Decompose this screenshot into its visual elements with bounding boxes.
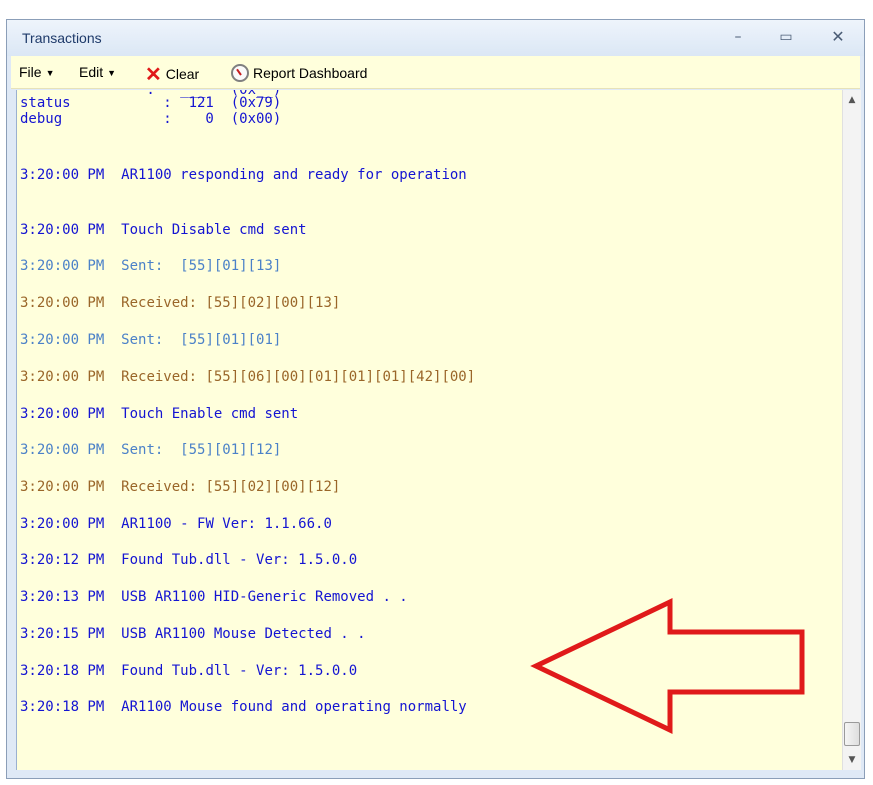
log-entry-message: USB AR1100 HID-Generic Removed . . — [121, 589, 408, 605]
log-entry-message: AR1100 responding and ready for operatio… — [121, 167, 467, 183]
log-entry: 3:20:00 PM AR1100 - FW Ver: 1.1.66.0 — [20, 515, 332, 533]
log-entry-time: 3:20:00 PM — [20, 442, 105, 458]
log-entry: 3:20:00 PM Sent: [55][01][01] — [20, 331, 281, 349]
log-entry-message: Sent: [55][01][12] — [121, 442, 282, 458]
minimize-icon[interactable]: – — [724, 26, 752, 48]
log-entry-time: 3:20:00 PM — [20, 222, 105, 238]
log-entry: 3:20:00 PM Touch Disable cmd sent — [20, 221, 307, 239]
log-entry-message: Sent: [55][01][01] — [121, 332, 282, 348]
scroll-up-arrow-icon[interactable]: ▲ — [843, 90, 861, 110]
log-entry-time: 3:20:18 PM — [20, 699, 105, 715]
log-entry-message: AR1100 - FW Ver: 1.1.66.0 — [121, 516, 332, 532]
gauge-icon — [231, 64, 249, 82]
log-entry-message: Found Tub.dll - Ver: 1.5.0.0 — [121, 663, 358, 679]
toolbar: File ▼ Edit ▼ ✕ Clear Report Dashboard — [11, 56, 860, 89]
log-entry-time: 3:20:00 PM — [20, 369, 105, 385]
log-entry: 3:20:00 PM Received: [55][02][00][12] — [20, 478, 340, 496]
log-entry-message: USB AR1100 Mouse Detected . . — [121, 626, 366, 642]
log-entry: 3:20:00 PM AR1100 responding and ready f… — [20, 166, 467, 184]
log-entry-time: 3:20:12 PM — [20, 552, 105, 568]
log-entry: 3:20:00 PM Sent: [55][01][13] — [20, 257, 281, 275]
report-dashboard-button[interactable]: Report Dashboard — [231, 60, 368, 82]
log-entry: 3:20:00 PM Received: [55][06][00][01][01… — [20, 368, 475, 386]
clear-label: Clear — [165, 66, 200, 82]
window-title: Transactions — [22, 30, 102, 46]
log-entry-message: AR1100 Mouse found and operating normall… — [121, 699, 467, 715]
log-entry-message: Found Tub.dll - Ver: 1.5.0.0 — [121, 552, 358, 568]
file-menu-label: File — [19, 64, 42, 80]
maximize-icon[interactable]: ▭ — [772, 26, 800, 48]
log-entry-time: 3:20:00 PM — [20, 258, 105, 274]
log-entry-message: Touch Enable cmd sent — [121, 406, 299, 422]
log-entry-time: 3:20:00 PM — [20, 406, 105, 422]
log-entry-time: 3:20:18 PM — [20, 663, 105, 679]
log-entry-time: 3:20:00 PM — [20, 167, 105, 183]
log-entry-message: Touch Disable cmd sent — [121, 222, 307, 238]
chevron-down-icon: ▼ — [45, 68, 55, 78]
log-entry-time: 3:20:13 PM — [20, 589, 105, 605]
chevron-down-icon: ▼ — [107, 68, 117, 78]
log-entry: 3:20:00 PM Received: [55][02][00][13] — [20, 294, 340, 312]
log-entry-message: Received: [55][02][00][13] — [121, 295, 341, 311]
log-entry-time: 3:20:15 PM — [20, 626, 105, 642]
red-x-icon: ✕ — [145, 64, 162, 86]
log-entry: 3:20:13 PM USB AR1100 HID-Generic Remove… — [20, 588, 408, 606]
log-entry-time: 3:20:00 PM — [20, 332, 105, 348]
log-entry: 3:20:00 PM Touch Enable cmd sent — [20, 405, 298, 423]
log-entry-message: Received: [55][02][00][12] — [121, 479, 341, 495]
log-entry: 3:20:18 PM AR1100 Mouse found and operat… — [20, 698, 467, 716]
log-entry: 3:20:15 PM USB AR1100 Mouse Detected . . — [20, 625, 366, 643]
scroll-down-arrow-icon[interactable]: ▼ — [843, 750, 861, 770]
log-entry: 3:20:00 PM Sent: [55][01][12] — [20, 441, 281, 459]
log-entry: 3:20:18 PM Found Tub.dll - Ver: 1.5.0.0 — [20, 662, 357, 680]
log-entry-message: Received: [55][06][00][01][01][01][42][0… — [121, 369, 476, 385]
log-entry-message: Sent: [55][01][13] — [121, 258, 282, 274]
close-icon[interactable]: ✕ — [824, 26, 852, 48]
log-entry: 3:20:12 PM Found Tub.dll - Ver: 1.5.0.0 — [20, 551, 357, 569]
debug-line: debug : 0 (0x00) — [20, 111, 282, 127]
report-dashboard-label: Report Dashboard — [253, 65, 368, 81]
edit-menu[interactable]: Edit ▼ — [79, 64, 116, 80]
scroll-thumb[interactable] — [844, 722, 860, 746]
clear-button[interactable]: ✕ Clear — [145, 60, 200, 86]
red-arrow-left-icon — [530, 598, 805, 734]
vertical-scrollbar[interactable]: ▲ ▼ — [842, 90, 861, 770]
title-bar: Transactions – ▭ ✕ — [7, 20, 864, 56]
file-menu[interactable]: File ▼ — [19, 64, 54, 80]
log-entry-time: 3:20:00 PM — [20, 479, 105, 495]
edit-menu-label: Edit — [79, 64, 104, 80]
log-text: : ___ (0x__) status : 121 (0x79) debug :… — [20, 90, 475, 715]
log-entry-time: 3:20:00 PM — [20, 516, 105, 532]
log-entry-time: 3:20:00 PM — [20, 295, 105, 311]
